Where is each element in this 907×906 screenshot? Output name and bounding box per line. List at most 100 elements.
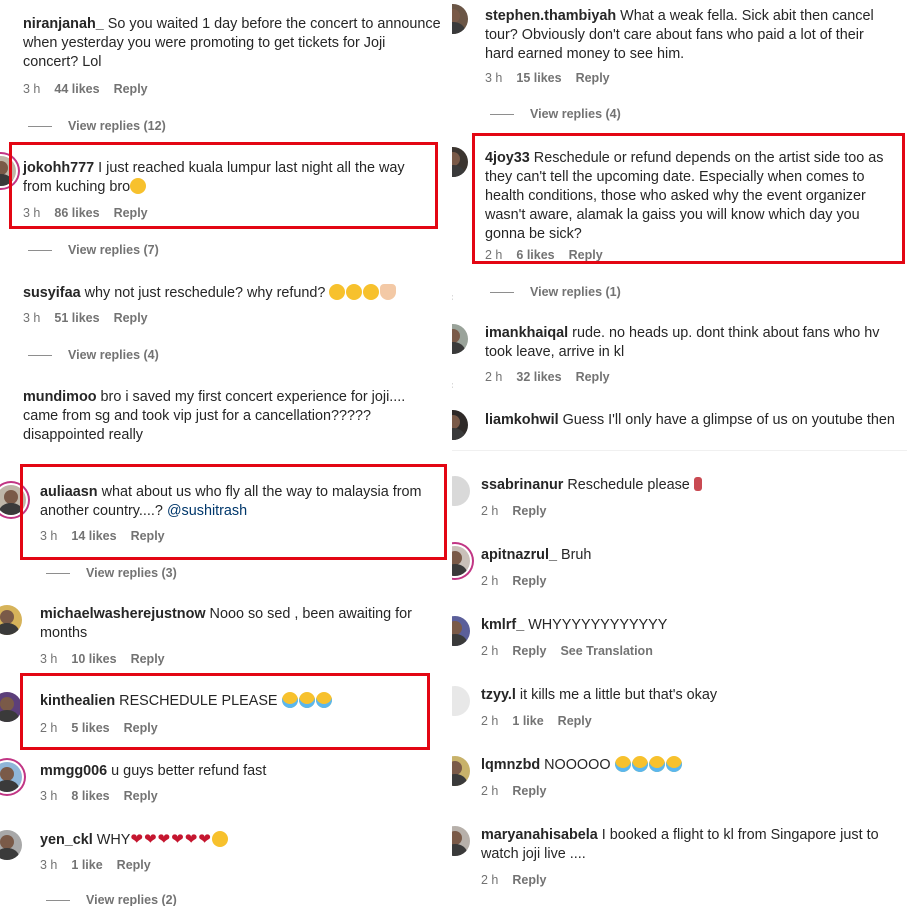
reply-button[interactable]: Reply xyxy=(114,206,148,220)
likes-count[interactable]: 10 likes xyxy=(71,652,116,666)
comment-text: tzyy.l it kills me a little but that's o… xyxy=(481,687,718,703)
comment-time: 2 h xyxy=(481,574,499,588)
crying-face-emoji-icon xyxy=(631,756,648,772)
comment-text: yen_ckl WHY❤❤❤❤❤❤ xyxy=(40,830,440,850)
comment-username[interactable]: kmlrf_ xyxy=(481,617,524,633)
comment-meta: 3 h 10 likes Reply xyxy=(40,652,179,666)
comment-text: mmgg006 u guys better refund fast xyxy=(40,763,267,779)
reply-button[interactable]: Reply xyxy=(512,574,546,588)
avatar[interactable] xyxy=(0,485,26,515)
likes-count[interactable]: 44 likes xyxy=(54,82,99,96)
reply-button[interactable]: Reply xyxy=(512,873,546,887)
avatar[interactable] xyxy=(452,826,470,856)
mention-link[interactable]: @sushitrash xyxy=(167,503,247,519)
comment-meta: 3 h 44 likes Reply xyxy=(23,82,162,96)
crying-face-emoji-icon xyxy=(298,692,315,708)
crying-face-emoji-icon xyxy=(614,756,631,772)
reply-button[interactable]: Reply xyxy=(124,721,158,735)
likes-count[interactable]: 1 like xyxy=(512,714,543,728)
avatar[interactable] xyxy=(452,756,470,786)
view-replies-button[interactable]: View replies (3) xyxy=(46,566,177,580)
comment-text: jokohh777 I just reached kuala lumpur la… xyxy=(23,160,405,195)
avatar[interactable] xyxy=(0,692,22,722)
pensive-face-emoji-icon xyxy=(346,284,363,300)
comment-text: apitnazrul_ Bruh xyxy=(481,547,592,563)
view-replies-button[interactable]: View replies (2) xyxy=(46,893,177,906)
comment-username[interactable]: yen_ckl xyxy=(40,832,93,848)
comment-time: 2 h xyxy=(481,504,499,518)
reply-button[interactable]: Reply xyxy=(114,82,148,96)
reply-button[interactable]: Reply xyxy=(512,504,546,518)
comment-time: 2 h xyxy=(481,644,499,658)
pensive-face-emoji-icon xyxy=(363,284,380,300)
comment-username[interactable]: mmgg006 xyxy=(40,763,107,779)
comment-username[interactable]: mundimoo xyxy=(23,389,97,405)
comment-text: kmlrf_ WHYYYYYYYYYYYY xyxy=(481,617,668,633)
comment-time: 3 h xyxy=(40,858,58,872)
comment-text: niranjanah_ So you waited 1 day before t… xyxy=(23,16,441,70)
see-translation-link[interactable]: See Translation xyxy=(560,644,652,658)
likes-count[interactable]: 1 like xyxy=(71,858,102,872)
likes-count[interactable]: 86 likes xyxy=(54,206,99,220)
likes-count[interactable]: 51 likes xyxy=(54,311,99,325)
avatar[interactable] xyxy=(0,762,22,792)
comment-time: 2 h xyxy=(40,721,58,735)
broken-heart-emoji-icon: ❤ xyxy=(184,831,198,848)
comment-time: 3 h xyxy=(23,206,41,220)
reply-button[interactable]: Reply xyxy=(124,789,158,803)
reply-button[interactable]: Reply xyxy=(512,784,546,798)
avatar[interactable] xyxy=(452,686,470,716)
comment-meta: 3 h 8 likes Reply xyxy=(40,789,172,803)
comment-username[interactable]: lqmnzbd xyxy=(481,757,540,773)
reply-button[interactable]: Reply xyxy=(131,529,165,543)
figure-emoji-icon xyxy=(693,477,702,491)
comment-text: kinthealien RESCHEDULE PLEASE xyxy=(40,692,420,711)
crying-face-emoji-icon xyxy=(281,692,298,708)
comment-text: michaelwasherejustnow Nooo so sed , been… xyxy=(40,606,412,641)
reply-button[interactable]: Reply xyxy=(117,858,151,872)
comment-username[interactable]: ssabrinanur xyxy=(481,477,563,493)
reply-button[interactable]: Reply xyxy=(512,644,546,658)
comment-meta: 2 h Reply xyxy=(481,574,560,588)
comment-username[interactable]: susyifaa xyxy=(23,285,81,301)
avatar[interactable] xyxy=(0,605,22,635)
comment-meta: 2 h 5 likes Reply xyxy=(40,721,172,735)
reply-button[interactable]: Reply xyxy=(114,311,148,325)
comment-username[interactable]: apitnazrul_ xyxy=(481,547,557,563)
comment-username[interactable]: auliaasn xyxy=(40,484,98,500)
comment-meta: 3 h 86 likes Reply xyxy=(23,206,162,220)
comment-text: ssabrinanur Reschedule please xyxy=(481,476,891,495)
avatar[interactable] xyxy=(0,156,16,186)
view-replies-button[interactable]: View replies (12) xyxy=(28,119,166,133)
avatar[interactable] xyxy=(452,616,470,646)
crying-face-emoji-icon xyxy=(665,756,682,772)
comment-username[interactable]: tzyy.l xyxy=(481,687,516,703)
reply-button[interactable]: Reply xyxy=(131,652,165,666)
comment-text: auliaasn what about us who fly all the w… xyxy=(40,484,422,519)
avatar[interactable] xyxy=(452,546,470,576)
comment-meta: 3 h 51 likes Reply xyxy=(23,311,162,325)
view-replies-button[interactable]: View replies (4) xyxy=(28,348,159,362)
reply-button[interactable]: Reply xyxy=(558,714,592,728)
pensive-face-emoji-icon xyxy=(329,284,346,300)
crying-face-emoji-icon xyxy=(648,756,665,772)
comment-username[interactable]: kinthealien xyxy=(40,693,115,709)
comment-text: lqmnzbd NOOOOO xyxy=(481,756,891,775)
avatar[interactable] xyxy=(452,476,470,506)
avatar[interactable] xyxy=(0,830,22,860)
right-comments-panel-lower: ssabrinanur Reschedule please 2 h Reply a… xyxy=(452,0,907,906)
comment-username[interactable]: michaelwasherejustnow xyxy=(40,606,206,622)
likes-count[interactable]: 14 likes xyxy=(71,529,116,543)
comment-meta: 2 h Reply See Translation xyxy=(481,644,667,658)
view-replies-button[interactable]: View replies (7) xyxy=(28,243,159,257)
likes-count[interactable]: 5 likes xyxy=(71,721,109,735)
comment-username[interactable]: niranjanah_ xyxy=(23,16,104,32)
comment-username[interactable]: jokohh777 xyxy=(23,160,94,176)
broken-heart-emoji-icon: ❤ xyxy=(198,831,211,848)
likes-count[interactable]: 8 likes xyxy=(71,789,109,803)
comment-time: 3 h xyxy=(40,789,58,803)
comment-meta: 2 h Reply xyxy=(481,784,560,798)
comment-username[interactable]: maryanahisabela xyxy=(481,827,598,843)
comment-meta: 3 h 14 likes Reply xyxy=(40,529,179,543)
broken-heart-emoji-icon: ❤ xyxy=(157,831,171,848)
